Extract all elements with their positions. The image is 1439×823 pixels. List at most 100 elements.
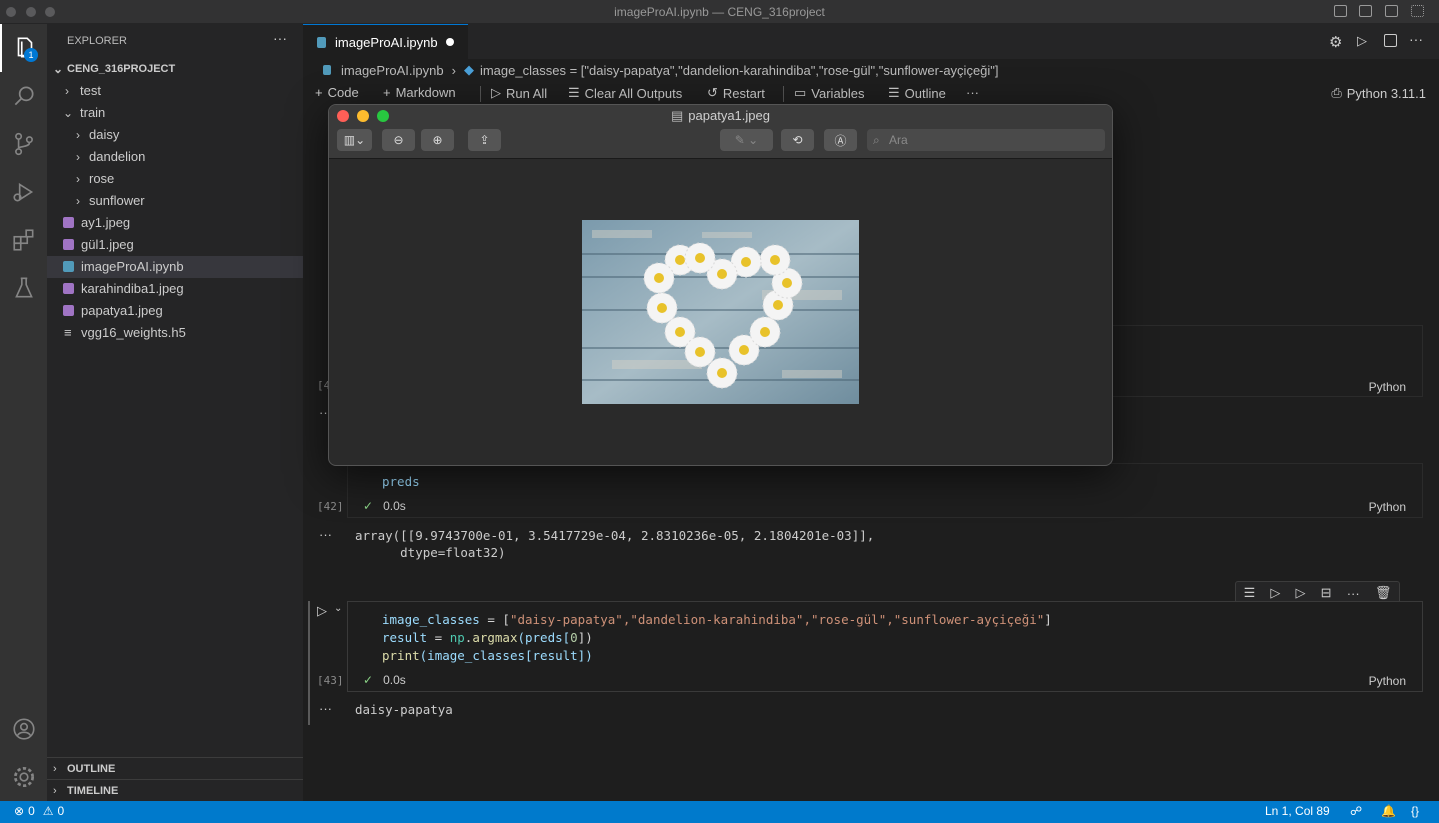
breadcrumb-file[interactable]: imageProAI.ipynb [341,63,444,78]
trash-icon[interactable]: 🗑 [1375,585,1392,601]
notebook-cell-42[interactable]: Python [347,463,1423,518]
markup-button[interactable]: ✎ ⌄ [720,129,773,151]
cell-code[interactable]: preds [382,473,420,491]
tree-folder-train[interactable]: ⌄ train [47,102,303,124]
error-icon: ⊗ [14,804,25,818]
cell-code-line-3[interactable]: print(image_classes[result]) [382,647,593,665]
preview-search-input[interactable]: ⌕ Ara [867,129,1105,151]
run-debug-activity[interactable] [0,168,47,216]
split-cell-icon[interactable]: ⊟ [1321,585,1332,601]
cell-code-line-2[interactable]: result = np.argmax(preds[0]) [382,629,593,647]
image-file-icon [63,283,74,294]
account-icon [12,718,35,740]
run-icon[interactable]: ▷ [1357,33,1367,49]
text-file-icon: ≡ [64,325,72,340]
restart-button[interactable]: ↺ Restart [707,85,765,101]
gear-icon[interactable]: ⚙ [1329,33,1342,51]
cell-code-line-1[interactable]: image_classes = ["daisy-papatya","dandel… [382,611,1052,629]
run-above-icon[interactable]: ☰ [1244,585,1256,601]
rotate-button[interactable]: ⟲ [781,129,814,151]
share-icon: ⇪ [479,133,490,147]
editor-tabs: imageProAI.ipynb ⚙ ▷ ··· [303,24,1439,59]
preview-toolbar: ▤ papatya1.jpeg ▥⌄ ⊖ ⊕ ⇪ ✎ ⌄ ⟲ Ⓐ ⌕ Ara [329,105,1112,159]
bell-icon[interactable]: 🔔 [1381,804,1396,818]
tree-folder-test[interactable]: › test [47,80,303,102]
chevron-down-icon: ⌄ [63,106,74,120]
activity-bar: 1 [0,24,47,801]
outline-section[interactable]: › OUTLINE [47,757,303,779]
output-more-icon[interactable]: ··· [319,701,332,716]
rotate-icon: ⟲ [792,133,803,147]
chevron-right-icon: › [451,62,456,78]
explorer-activity[interactable]: 1 [0,24,47,72]
unsaved-dot-icon[interactable] [446,38,454,46]
toolbar-more-button[interactable]: ··· [966,85,979,100]
cell-output: daisy-papatya [355,702,453,717]
variables-button[interactable]: ▭ Variables [794,85,865,101]
more-actions-icon[interactable]: ··· [1409,31,1423,47]
timeline-section[interactable]: › TIMELINE [47,779,303,801]
explorer-header: EXPLORER [67,35,127,47]
plus-icon: + [315,85,323,100]
tree-file-vgg16[interactable]: ≡ vgg16_weights.h5 [47,322,303,344]
add-code-button[interactable]: + Code [315,85,359,100]
execute-below-icon[interactable]: ▷ [1296,585,1306,601]
toggle-secondary-sidebar-icon[interactable] [1385,5,1398,17]
tree-file-gul1[interactable]: gül1.jpeg [47,234,303,256]
customize-layout-icon[interactable] [1411,5,1424,17]
tree-file-karahindiba1[interactable]: karahindiba1.jpeg [47,278,303,300]
sidebar-toggle-button[interactable]: ▥⌄ [337,129,372,151]
explorer-more-button[interactable]: ··· [273,30,287,46]
testing-activity[interactable] [0,264,47,312]
markup-toolbar-button[interactable]: Ⓐ [824,129,857,151]
sync-icon[interactable]: {} [1411,804,1419,818]
notebook-file-icon [323,65,331,75]
share-button[interactable]: ⇪ [468,129,501,151]
run-below-icon[interactable]: ▷ [1270,585,1280,601]
cell-status: ✓ 0.0s [363,499,406,513]
tree-folder-daisy[interactable]: › daisy [47,124,303,146]
outline-icon: ☰ [888,85,900,100]
notebook-file-icon [317,36,326,48]
image-preview-window: ▤ papatya1.jpeg ▥⌄ ⊖ ⊕ ⇪ ✎ ⌄ ⟲ Ⓐ ⌕ Ara [328,104,1113,466]
add-markdown-button[interactable]: + Markdown [383,85,456,100]
run-cell-icon[interactable]: ▷ [317,603,327,619]
breadcrumb-symbol[interactable]: image_classes = ["daisy-papatya","dandel… [480,63,999,78]
tree-folder-rose[interactable]: › rose [47,168,303,190]
tree-file-papatya1[interactable]: papatya1.jpeg [47,300,303,322]
chevron-right-icon: › [76,172,80,186]
image-file-icon [63,217,74,228]
project-root[interactable]: ⌄ CENG_316PROJECT [47,58,303,80]
tree-folder-dandelion[interactable]: › dandelion [47,146,303,168]
problems-status[interactable]: ⊗ 0 ⚠ 0 [14,804,64,818]
tree-file-imageproai[interactable]: imageProAI.ipynb [47,256,303,278]
clear-outputs-button[interactable]: ☰ Clear All Outputs [568,85,682,101]
tree-file-ay1[interactable]: ay1.jpeg [47,212,303,234]
tab-imageproai[interactable]: imageProAI.ipynb [303,24,468,59]
split-editor-icon[interactable] [1384,34,1397,47]
cursor-position[interactable]: Ln 1, Col 89 [1265,804,1330,818]
manage-activity[interactable] [0,753,47,801]
kernel-picker[interactable]: ⎙ Python 3.11.1 [1331,85,1426,101]
run-debug-icon [12,182,33,202]
explorer-badge: 1 [24,48,38,62]
chevron-right-icon: › [76,150,80,164]
feedback-icon[interactable]: ☍ [1350,804,1362,818]
toggle-panel-icon[interactable] [1359,5,1372,17]
sidebar-icon: ▥⌄ [343,133,366,147]
search-activity[interactable] [0,72,47,120]
zoom-in-button[interactable]: ⊕ [421,129,454,151]
toggle-sidebar-icon[interactable] [1334,5,1347,17]
chevron-down-icon[interactable]: ⌄ [334,603,342,614]
run-all-button[interactable]: ▷ Run All [491,85,547,101]
more-icon[interactable]: ··· [1347,586,1360,601]
tree-folder-sunflower[interactable]: › sunflower [47,190,303,212]
zoom-out-button[interactable]: ⊖ [382,129,415,151]
accounts-activity[interactable] [0,705,47,753]
output-more-icon[interactable]: ··· [319,527,332,542]
flask-icon [14,277,33,298]
source-control-activity[interactable] [0,120,47,168]
status-bar: ⊗ 0 ⚠ 0 Ln 1, Col 89 ☍ 🔔 {} [0,801,1439,823]
extensions-activity[interactable] [0,216,47,264]
outline-button[interactable]: ☰ Outline [888,85,946,101]
